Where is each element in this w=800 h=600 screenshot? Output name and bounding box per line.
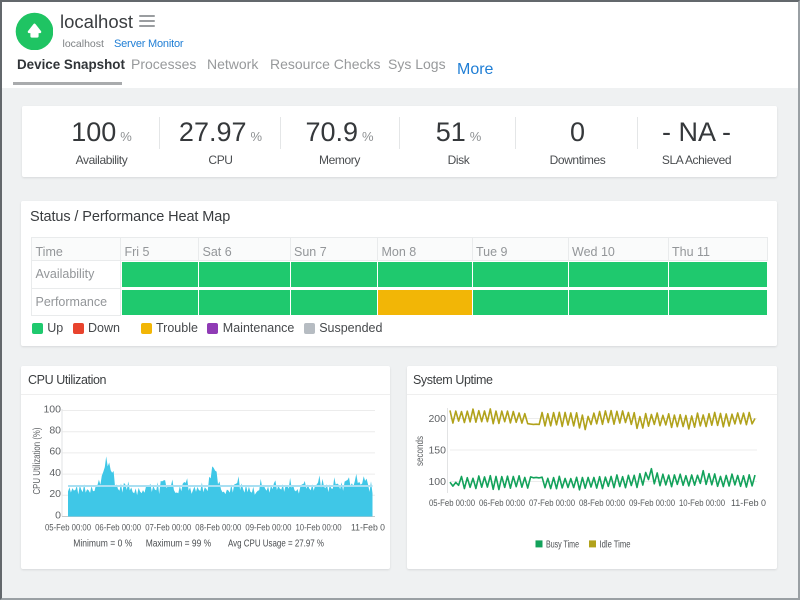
svg-text:08-Feb 00:00: 08-Feb 00:00 (579, 497, 625, 508)
svg-text:05-Feb 00:00: 05-Feb 00:00 (429, 497, 475, 508)
svg-text:Avg CPU Usage = 27.97 %: Avg CPU Usage = 27.97 % (228, 537, 324, 549)
svg-text:Minimum = 0 %: Minimum = 0 % (73, 537, 132, 549)
svg-text:09-Feb 00:00: 09-Feb 00:00 (245, 522, 291, 533)
svg-text:150: 150 (428, 445, 446, 457)
svg-text:200: 200 (428, 413, 446, 425)
svg-text:06-Feb 00:00: 06-Feb 00:00 (479, 497, 525, 508)
svg-text:seconds: seconds (415, 436, 426, 466)
svg-text:0: 0 (55, 509, 61, 521)
svg-text:Idle Time: Idle Time (600, 538, 631, 550)
svg-text:05-Feb 00:00: 05-Feb 00:00 (45, 522, 91, 533)
svg-text:40: 40 (49, 467, 61, 479)
svg-text:11-Feb 0: 11-Feb 0 (731, 497, 766, 508)
svg-text:Busy Time: Busy Time (546, 538, 579, 550)
svg-text:20: 20 (49, 488, 61, 500)
svg-text:Maximum = 99 %: Maximum = 99 % (146, 537, 212, 549)
svg-text:100: 100 (43, 403, 61, 415)
svg-text:60: 60 (49, 446, 61, 458)
svg-text:100: 100 (428, 476, 446, 488)
svg-text:80: 80 (49, 425, 61, 437)
svg-text:10-Feb 00:00: 10-Feb 00:00 (296, 522, 342, 533)
svg-text:07-Feb 00:00: 07-Feb 00:00 (145, 522, 191, 533)
svg-text:07-Feb 00:00: 07-Feb 00:00 (529, 497, 575, 508)
svg-text:09-Feb 00:00: 09-Feb 00:00 (629, 497, 675, 508)
svg-text:06-Feb 00:00: 06-Feb 00:00 (95, 522, 141, 533)
svg-text:10-Feb 00:00: 10-Feb 00:00 (679, 497, 725, 508)
svg-text:08-Feb 00:00: 08-Feb 00:00 (195, 522, 241, 533)
svg-text:CPU Utilization (%): CPU Utilization (%) (32, 428, 43, 495)
svg-text:11-Feb 0: 11-Feb 0 (351, 522, 385, 533)
